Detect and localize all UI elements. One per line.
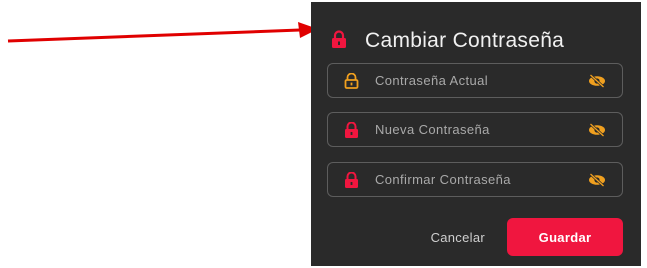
dialog-header: Cambiar Contraseña — [331, 28, 564, 54]
eye-off-icon[interactable] — [588, 74, 606, 93]
cancel-button[interactable]: Cancelar — [431, 230, 485, 245]
dialog-actions: Cancelar Guardar — [431, 218, 623, 256]
lock-icon — [344, 171, 359, 193]
lock-icon — [344, 121, 359, 143]
eye-off-icon[interactable] — [588, 123, 606, 142]
dialog-title: Cambiar Contraseña — [365, 29, 565, 52]
change-password-dialog: Cambiar Contraseña Cancelar Guardar — [311, 2, 641, 266]
current-password-input[interactable] — [375, 64, 575, 97]
confirm-password-input[interactable] — [375, 163, 575, 196]
save-button[interactable]: Guardar — [507, 218, 623, 256]
confirm-password-field[interactable] — [327, 162, 623, 197]
annotation-arrow — [7, 22, 318, 43]
eye-off-icon[interactable] — [588, 173, 606, 192]
lock-open-outline-icon — [344, 72, 359, 94]
lock-icon — [331, 29, 347, 53]
current-password-field[interactable] — [327, 63, 623, 98]
new-password-field[interactable] — [327, 112, 623, 147]
new-password-input[interactable] — [375, 113, 575, 146]
